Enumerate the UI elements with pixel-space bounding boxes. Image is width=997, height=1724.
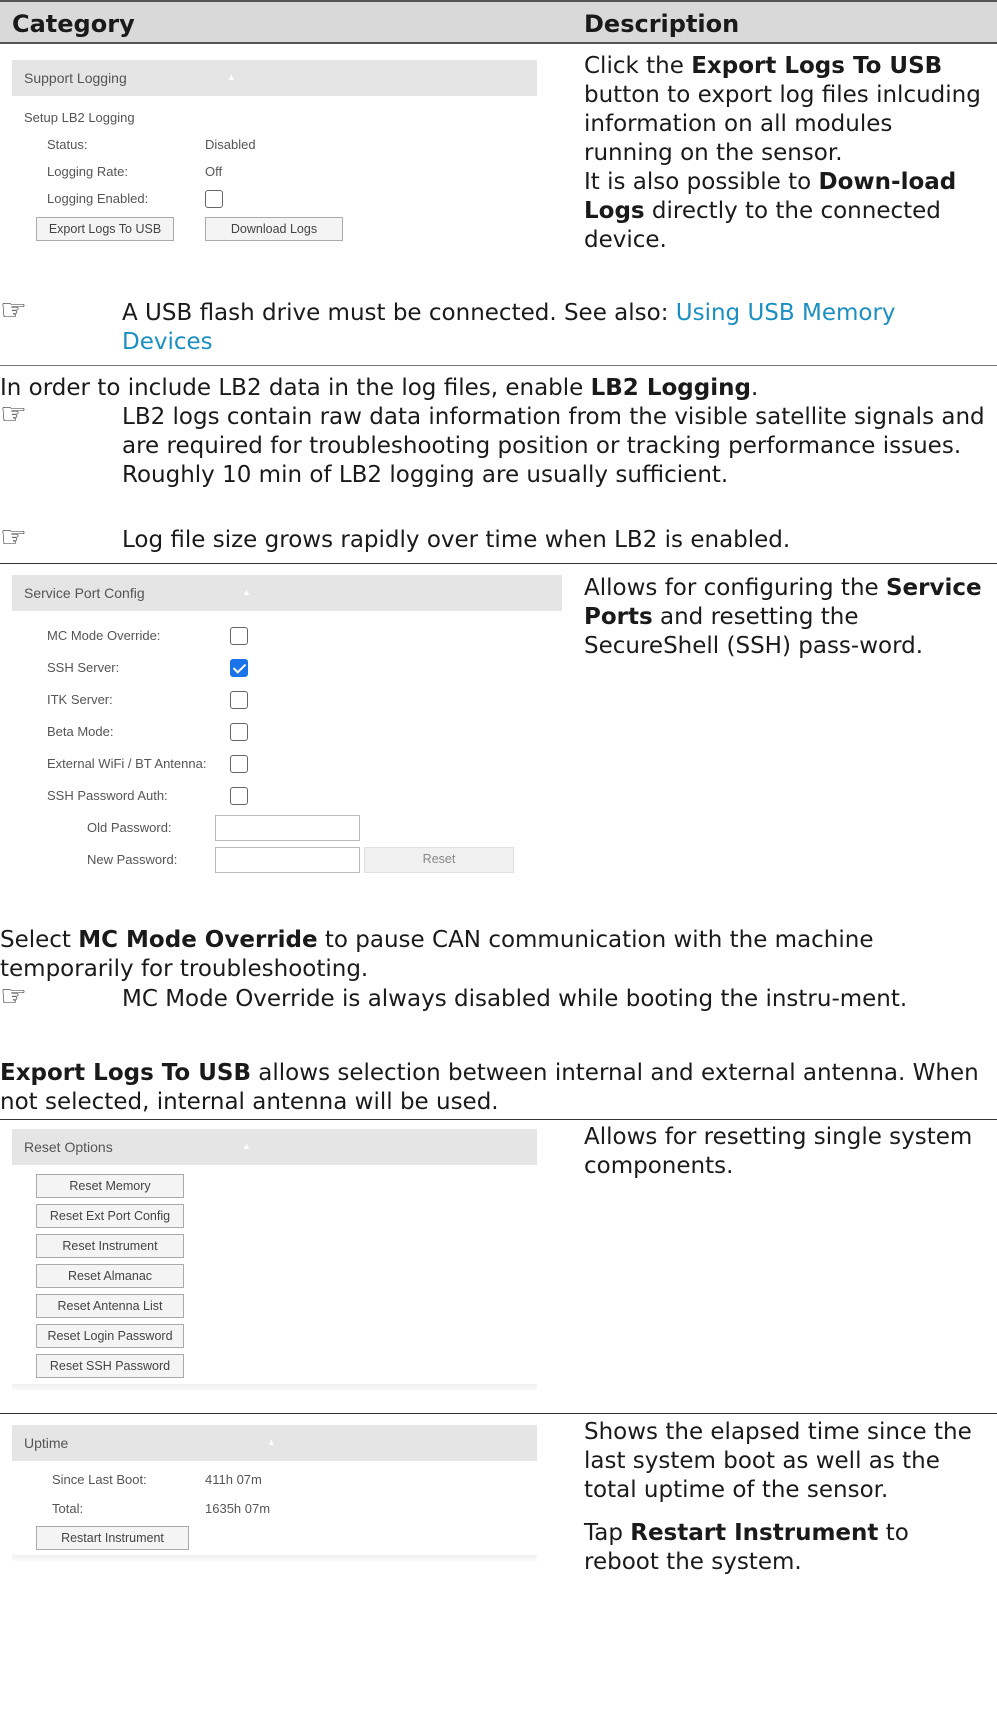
note-mc: ☞ MC Mode Override is always disabled wh… xyxy=(0,979,908,1014)
table-header: Category Description xyxy=(0,0,997,44)
download-logs-button[interactable]: Download Logs xyxy=(205,217,343,241)
section-label: Setup LB2 Logging xyxy=(24,110,135,125)
divider xyxy=(0,1413,997,1414)
support-logging-description: Click the Export Logs To USB button to e… xyxy=(584,53,981,253)
service-port-description: Allows for configuring the Service Ports… xyxy=(584,575,982,659)
old-password-label: Old Password: xyxy=(87,820,172,835)
hand-pointer-icon: ☞ xyxy=(0,520,27,555)
reset-options-panel: Reset Options ▲ Reset Memory Reset Ext P… xyxy=(12,1129,537,1391)
restart-instrument-button[interactable]: Restart Instrument xyxy=(36,1526,189,1550)
reset-instrument-button[interactable]: Reset Instrument xyxy=(36,1234,184,1258)
hand-pointer-icon: ☞ xyxy=(0,293,27,328)
reset-login-password-button[interactable]: Reset Login Password xyxy=(36,1324,184,1348)
service-port-bar[interactable]: Service Port Config ▲ xyxy=(12,575,562,611)
since-last-boot-label: Since Last Boot: xyxy=(52,1472,147,1487)
itk-server-checkbox[interactable] xyxy=(230,691,248,709)
reset-password-button[interactable]: Reset xyxy=(364,847,514,873)
divider xyxy=(0,563,997,564)
description-heading: Description xyxy=(584,10,740,38)
ssh-password-auth-label: SSH Password Auth: xyxy=(47,788,168,803)
reset-memory-button[interactable]: Reset Memory xyxy=(36,1174,184,1198)
export-logs-button[interactable]: Export Logs To USB xyxy=(36,217,174,241)
new-password-label: New Password: xyxy=(87,852,178,867)
service-port-title: Service Port Config xyxy=(24,585,145,601)
support-logging-title: Support Logging xyxy=(24,70,127,86)
reset-options-title: Reset Options xyxy=(24,1139,113,1155)
external-antenna-label: External WiFi / BT Antenna: xyxy=(47,756,207,771)
lb2-paragraph: In order to include LB2 data in the log … xyxy=(0,375,759,401)
beta-mode-label: Beta Mode: xyxy=(47,724,114,739)
reset-ssh-password-button[interactable]: Reset SSH Password xyxy=(36,1354,184,1378)
total-uptime-label: Total: xyxy=(52,1501,84,1516)
uptime-description: Shows the elapsed time since the last sy… xyxy=(584,1419,972,1575)
collapse-caret-icon[interactable]: ▲ xyxy=(227,72,236,82)
itk-server-label: ITK Server: xyxy=(47,692,113,707)
support-logging-panel: Support Logging ▲ Setup LB2 Logging Stat… xyxy=(12,60,537,250)
logging-enabled-checkbox[interactable] xyxy=(205,190,223,208)
panel-footer xyxy=(12,1384,537,1390)
logging-rate-value: Off xyxy=(205,164,223,179)
uptime-title: Uptime xyxy=(24,1435,69,1451)
old-password-field[interactable] xyxy=(215,815,360,841)
collapse-caret-icon[interactable]: ▲ xyxy=(242,1141,251,1151)
mc-mode-checkbox[interactable] xyxy=(230,627,248,645)
status-value: Disabled xyxy=(205,137,256,152)
reset-options-description: Allows for resetting single system compo… xyxy=(584,1124,973,1179)
note-lb2: ☞ LB2 logs contain raw data information … xyxy=(0,397,985,489)
collapse-caret-icon[interactable]: ▲ xyxy=(242,587,251,597)
new-password-field[interactable] xyxy=(215,847,360,873)
export-paragraph: Export Logs To USB allows selection betw… xyxy=(0,1060,979,1115)
status-label: Status: xyxy=(47,137,88,152)
hand-pointer-icon: ☞ xyxy=(0,979,27,1014)
uptime-bar[interactable]: Uptime ▲ xyxy=(12,1425,537,1461)
mc-mode-label: MC Mode Override: xyxy=(47,628,161,643)
reset-options-bar[interactable]: Reset Options ▲ xyxy=(12,1129,537,1165)
panel-footer xyxy=(12,1555,537,1561)
category-heading: Category xyxy=(12,10,135,38)
mc-mode-paragraph: Select MC Mode Override to pause CAN com… xyxy=(0,927,874,982)
logging-enabled-label: Logging Enabled: xyxy=(47,191,149,206)
reset-ext-port-config-button[interactable]: Reset Ext Port Config xyxy=(36,1204,184,1228)
reset-almanac-button[interactable]: Reset Almanac xyxy=(36,1264,184,1288)
logging-rate-label: Logging Rate: xyxy=(47,164,128,179)
divider xyxy=(0,365,997,366)
reset-antenna-list-button[interactable]: Reset Antenna List xyxy=(36,1294,184,1318)
total-uptime-value: 1635h 07m xyxy=(205,1501,271,1516)
ssh-server-label: SSH Server: xyxy=(47,660,120,675)
hand-pointer-icon: ☞ xyxy=(0,397,27,432)
support-logging-bar[interactable]: Support Logging ▲ xyxy=(12,60,537,96)
note-size: ☞ Log file size grows rapidly over time … xyxy=(0,520,791,555)
collapse-caret-icon[interactable]: ▲ xyxy=(267,1437,276,1447)
uptime-panel: Uptime ▲ Since Last Boot: 411h 07m Total… xyxy=(12,1425,537,1561)
beta-mode-checkbox[interactable] xyxy=(230,723,248,741)
service-port-panel: Service Port Config ▲ MC Mode Override: … xyxy=(12,575,562,895)
since-last-boot-value: 411h 07m xyxy=(205,1472,262,1487)
external-antenna-checkbox[interactable] xyxy=(230,755,248,773)
ssh-server-checkbox[interactable] xyxy=(230,659,248,677)
note-usb: ☞ A USB flash drive must be connected. S… xyxy=(0,293,896,356)
ssh-password-auth-checkbox[interactable] xyxy=(230,787,248,805)
divider xyxy=(0,1119,997,1120)
